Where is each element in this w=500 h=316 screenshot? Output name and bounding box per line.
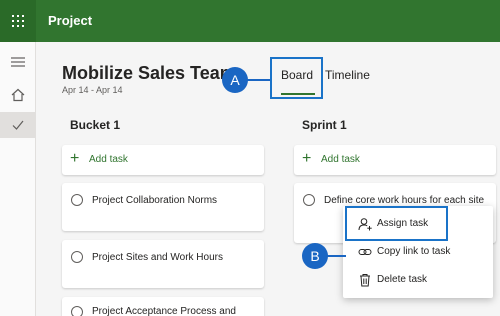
plus-icon: + bbox=[302, 150, 312, 167]
complete-task-radio[interactable] bbox=[71, 194, 83, 206]
callout-b-connector bbox=[326, 255, 346, 257]
hamburger-icon bbox=[11, 57, 25, 67]
complete-task-radio[interactable] bbox=[71, 306, 83, 316]
bucket-title: Bucket 1 bbox=[70, 118, 121, 132]
complete-task-radio[interactable] bbox=[71, 251, 83, 263]
bucket-title: Sprint 1 bbox=[302, 118, 347, 132]
menu-item-label: Delete task bbox=[377, 274, 428, 285]
task-title: Project Collaboration Norms bbox=[92, 195, 218, 206]
task-card[interactable]: Project Acceptance Process and bbox=[62, 297, 264, 316]
home-button[interactable] bbox=[0, 82, 36, 108]
board-tab-highlight bbox=[270, 57, 323, 99]
my-tasks-button[interactable] bbox=[0, 112, 36, 138]
plan-dates: Apr 14 - Apr 14 bbox=[62, 85, 123, 95]
waffle-icon bbox=[12, 15, 24, 27]
home-icon bbox=[11, 88, 25, 102]
plus-icon: + bbox=[70, 150, 80, 167]
task-title: Project Sites and Work Hours bbox=[92, 252, 223, 263]
callout-b: B bbox=[302, 243, 328, 269]
app-header: Project bbox=[0, 0, 500, 42]
menu-toggle-button[interactable] bbox=[0, 50, 36, 76]
complete-task-radio[interactable] bbox=[303, 194, 315, 206]
plan-title: Mobilize Sales Team bbox=[62, 63, 236, 83]
task-card[interactable]: Project Sites and Work Hours bbox=[62, 240, 264, 288]
menu-item-copy-link[interactable]: Copy link to task bbox=[343, 238, 493, 266]
callout-a: A bbox=[222, 67, 248, 93]
app-launcher-button[interactable] bbox=[0, 0, 36, 42]
add-task-label: Add task bbox=[321, 154, 360, 165]
left-rail bbox=[0, 42, 36, 316]
assign-task-highlight bbox=[345, 206, 448, 241]
task-title: Project Acceptance Process and bbox=[92, 306, 236, 316]
add-task-label: Add task bbox=[89, 154, 128, 165]
app-title: Project bbox=[48, 13, 93, 28]
menu-item-delete-task[interactable]: Delete task bbox=[343, 266, 493, 294]
add-task-button[interactable]: + Add task bbox=[62, 145, 264, 175]
callout-a-connector bbox=[246, 79, 272, 81]
task-card[interactable]: Project Collaboration Norms bbox=[62, 183, 264, 231]
add-task-button[interactable]: + Add task bbox=[294, 145, 496, 175]
tab-timeline[interactable]: Timeline bbox=[325, 68, 370, 82]
check-icon bbox=[12, 120, 24, 130]
link-icon bbox=[358, 249, 372, 255]
trash-icon bbox=[360, 274, 370, 287]
menu-item-label: Copy link to task bbox=[377, 246, 451, 257]
